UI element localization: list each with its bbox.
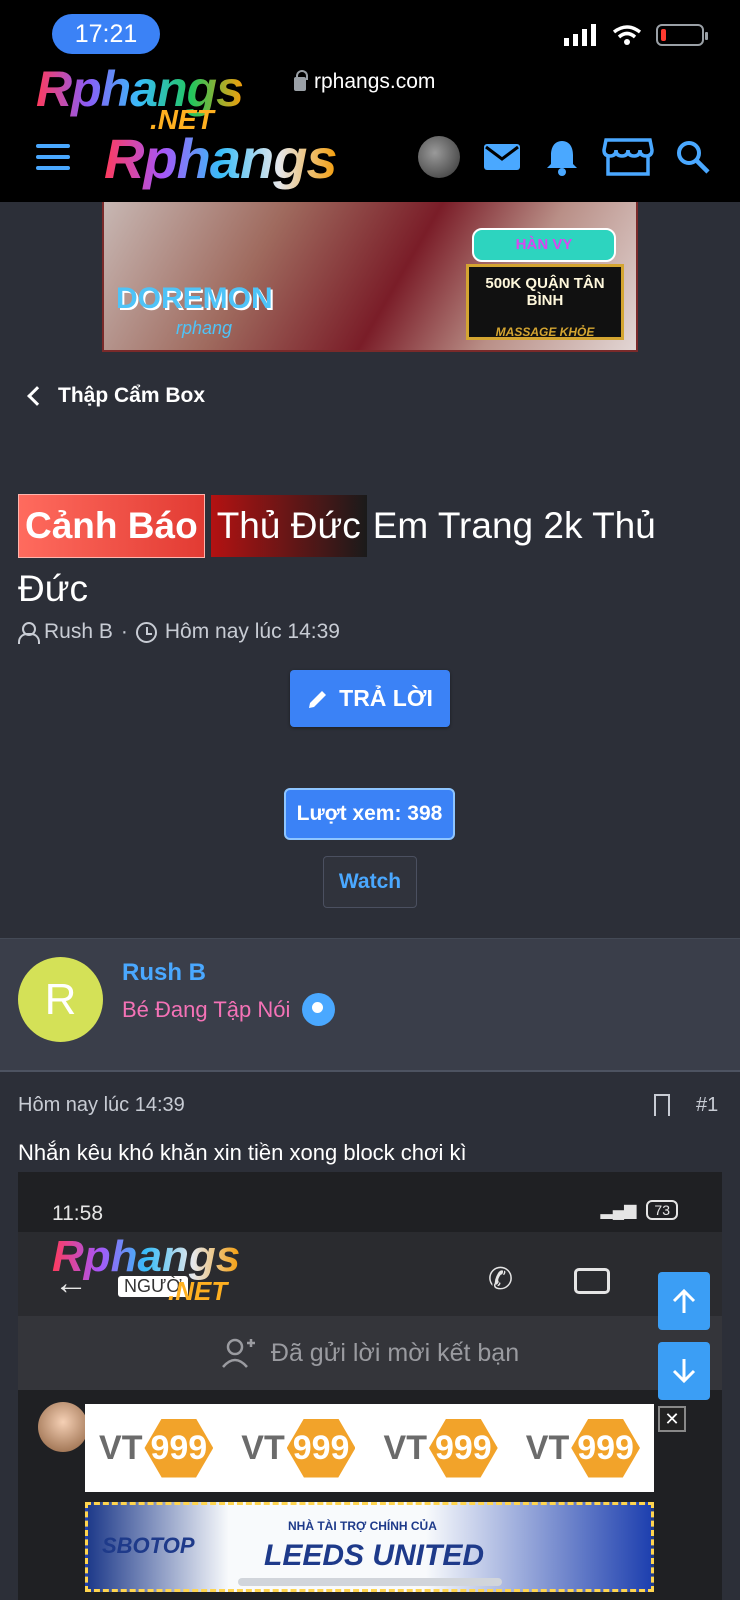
image-chat-avatar (38, 1402, 88, 1452)
top-bar: 17:21 Rphangs .NET rphangs.com Rphangs (0, 0, 740, 202)
nav-icons (418, 136, 710, 178)
battery-icon (656, 24, 708, 46)
avatar[interactable]: R (18, 957, 103, 1042)
bell-icon[interactable] (544, 138, 580, 176)
mail-icon[interactable] (482, 142, 522, 172)
verified-icon (302, 993, 336, 1026)
thread-meta: Rush B · Hôm nay lúc 14:39 (18, 620, 340, 644)
thread-author[interactable]: Rush B (44, 620, 113, 644)
user-title-text: Bé Đang Tập Nói (122, 996, 291, 1022)
reply-button[interactable]: TRẢ LỜI (290, 670, 450, 727)
banner-line2: MASSAGE KHỎE (495, 325, 595, 339)
image-battery: 73 (646, 1200, 678, 1220)
system-icons (564, 24, 708, 46)
watermark-suffix: .NET (168, 1276, 228, 1306)
vt-logo: VT 999 (241, 1418, 356, 1478)
image-invite-text: Đã gửi lời mời kết bạn (270, 1338, 520, 1367)
clock-icon (135, 621, 157, 643)
store-icon[interactable] (602, 136, 654, 178)
post-date[interactable]: Hôm nay lúc 14:39 (18, 1094, 185, 1117)
image-video-icon (574, 1268, 610, 1294)
vt-logo: VT 999 (384, 1418, 498, 1478)
scroll-bottom-button[interactable] (658, 1342, 710, 1400)
sbo-team: LEEDS UNITED (264, 1539, 485, 1572)
lock-icon (294, 70, 308, 91)
vt999-ad[interactable]: VT 999 VT 999 VT 999 VT 999 (85, 1404, 654, 1492)
image-invite-bar: Đã gửi lời mời kết bạn (18, 1316, 722, 1390)
address-bar[interactable]: rphangs.com (294, 70, 435, 94)
banner-sub: rphang (176, 318, 233, 338)
image-signal-icon: ▂▄▆ (600, 1202, 637, 1219)
prefix-warning[interactable]: Cảnh Báo (18, 494, 205, 558)
banner-ad[interactable]: DOREMON rphang HÀN VY 500K QUẬN TÂN BÌNH… (102, 202, 638, 352)
image-phone-icon: ✆ (488, 1263, 514, 1296)
chevron-left-icon (27, 386, 47, 406)
breadcrumb-label: Thập Cẩm Box (58, 384, 206, 407)
site-logo[interactable]: Rphangs (104, 126, 338, 191)
pencil-icon (309, 690, 327, 708)
image-status-icons: ▂▄▆ 73 (600, 1200, 678, 1220)
vt-logo: VT 999 (99, 1418, 214, 1478)
watch-button[interactable]: Watch (323, 856, 417, 908)
banner-brand: DOREMON (116, 282, 273, 315)
banner-line1: 500K QUẬN TÂN BÌNH (485, 275, 605, 309)
signal-icon (564, 24, 596, 46)
vt-logo: VT 999 (526, 1418, 640, 1478)
menu-icon[interactable] (36, 144, 70, 170)
close-ad-icon[interactable]: ✕ (658, 1406, 686, 1432)
add-friend-icon (221, 1338, 255, 1368)
bookmark-icon[interactable] (654, 1094, 670, 1118)
banner-tag: HÀN VY (472, 228, 616, 262)
post-username[interactable]: Rush B (122, 959, 206, 987)
image-status-time: 11:58 (52, 1202, 103, 1225)
site-nav: Rphangs (0, 126, 740, 196)
arrow-down-icon (672, 1359, 696, 1384)
breadcrumb[interactable]: Thập Cẩm Box (27, 384, 206, 408)
wifi-icon (612, 25, 642, 45)
thread-date[interactable]: Hôm nay lúc 14:39 (165, 620, 340, 644)
meta-separator: · (120, 620, 128, 643)
home-indicator[interactable] (238, 1578, 502, 1586)
arrow-up-icon (672, 1288, 696, 1313)
url-text: rphangs.com (314, 70, 436, 93)
status-time: 17:21 (52, 14, 160, 54)
search-icon[interactable] (676, 140, 710, 174)
thread-title: Cảnh Báo Thủ Đức Em Trang 2k Thủ Đức (18, 494, 718, 619)
watermark-logo: Rphangs (52, 1232, 241, 1281)
sbo-sponsor: NHÀ TÀI TRỢ CHÍNH CỦA (288, 1519, 437, 1533)
reply-label: TRẢ LỜI (339, 685, 433, 711)
account-avatar[interactable] (418, 136, 460, 178)
user-icon (18, 622, 40, 644)
scroll-top-button[interactable] (658, 1272, 710, 1330)
post-number[interactable]: #1 (696, 1094, 718, 1117)
user-title: Bé Đang Tập Nói (122, 993, 336, 1026)
banner-box: 500K QUẬN TÂN BÌNH MASSAGE KHỎE (466, 264, 624, 340)
sbo-brand: SBOTOP (102, 1533, 195, 1558)
prefix-location[interactable]: Thủ Đức (210, 495, 367, 557)
views-button[interactable]: Lượt xem: 398 (284, 788, 455, 840)
post-body: Nhắn kêu khó khăn xin tiền xong block ch… (18, 1140, 467, 1165)
post-user-block: R Rush B Bé Đang Tập Nói (0, 938, 740, 1072)
